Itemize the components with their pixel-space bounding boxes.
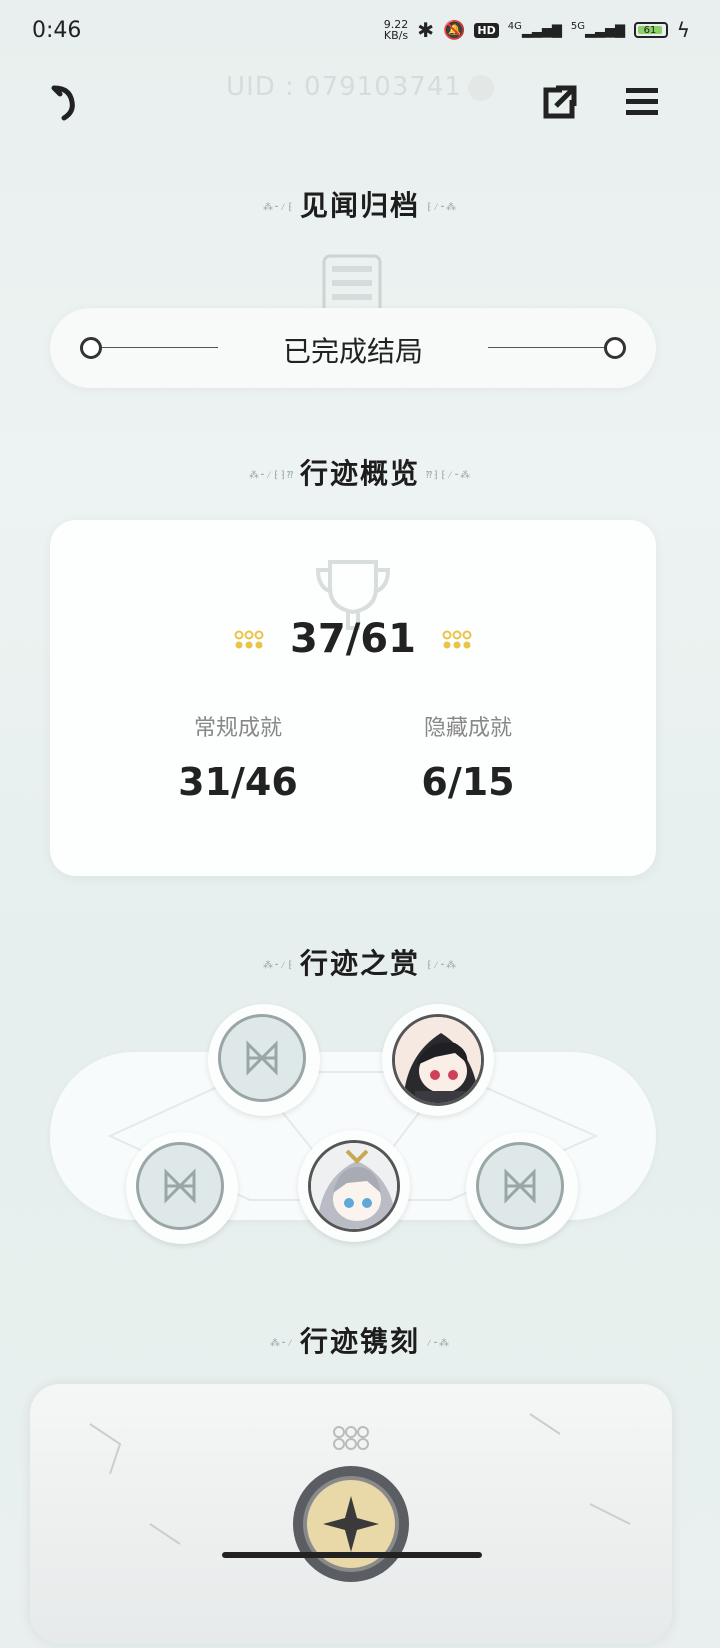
- decor-glyphs: ⁂⁃⁄⁅: [262, 201, 294, 213]
- bowtie-icon: [164, 1168, 196, 1204]
- character-avatar: [308, 1140, 400, 1232]
- hidden-achievements-label: 隐藏成就: [423, 716, 512, 741]
- rewards-section-title: ⁂⁃⁄⁅ 行迹之赏 ⁅⁄⁃⁂: [0, 942, 720, 982]
- slot-frame: [218, 1014, 306, 1102]
- signal-5g: 5G▂▃▅▇: [571, 21, 625, 38]
- status-icons: 9.22 KB/s ✱ 🔕 HD 4G▂▃▅▇ 5G▂▃▅▇ 61: [384, 18, 668, 42]
- share-icon: [543, 85, 577, 119]
- home-indicator[interactable]: [222, 1552, 482, 1558]
- signal-bars-icon: ▂▃▅▇: [521, 23, 562, 39]
- signal-5g-label: 5G: [570, 21, 585, 33]
- copy-icon[interactable]: [467, 74, 494, 101]
- bowtie-icon: [504, 1168, 536, 1204]
- regular-achievements-value: 31/46: [178, 760, 298, 804]
- hamburger-icon: [626, 88, 658, 115]
- battery-icon: 61: [634, 22, 668, 38]
- decor-glyphs: ⁂⁃⁄: [269, 1337, 294, 1349]
- regular-achievements-label: 常规成就: [193, 716, 282, 741]
- reward-slot-locked[interactable]: [466, 1132, 578, 1244]
- signal-4g: 4G▂▃▅▇: [508, 21, 562, 38]
- overview-section-title: ⁂⁃⁄⁅⁆⁇ 行迹概览 ⁇⁆⁅⁄⁃⁂: [0, 452, 720, 492]
- reward-slot-locked[interactable]: [208, 1004, 320, 1116]
- dark-hair-character-icon: [395, 1017, 481, 1103]
- decor-glyphs: ⁂⁃⁄⁅: [262, 959, 294, 971]
- completed-endings-button[interactable]: 已完成结局: [50, 308, 656, 388]
- net-speed-unit: KB/s: [383, 29, 409, 42]
- bluetooth-icon: ✱: [417, 18, 434, 42]
- archive-title-text: 见闻归档: [299, 189, 420, 222]
- archive-section-title: ⁂⁃⁄⁅ 见闻归档 ⁅⁄⁃⁂: [0, 184, 720, 224]
- decor-glyphs: ⁂⁃⁄⁅⁆⁇: [248, 469, 294, 481]
- slot-frame: [136, 1142, 224, 1230]
- net-speed: 9.22 KB/s: [384, 19, 409, 41]
- silver-hair-character-icon: [311, 1143, 397, 1229]
- rewards-title-text: 行迹之赏: [299, 947, 420, 980]
- character-avatar: [392, 1014, 484, 1106]
- overview-title-text: 行迹概览: [299, 457, 420, 490]
- hd-badge: HD: [474, 22, 499, 38]
- share-button[interactable]: [540, 82, 580, 122]
- stone-texture: [89, 1413, 631, 1582]
- bowtie-icon: [246, 1040, 278, 1076]
- charging-icon: ϟ: [676, 18, 690, 42]
- total-achievements: 37/61: [290, 616, 416, 662]
- menu-button[interactable]: [624, 84, 660, 120]
- reward-slot-character[interactable]: [382, 1004, 494, 1116]
- reward-slot-character[interactable]: [298, 1130, 410, 1242]
- mute-bell-icon: 🔕: [442, 19, 466, 41]
- uid-text: UID : 079103741: [226, 72, 462, 102]
- engrave-panel[interactable]: [30, 1384, 672, 1644]
- engrave-section-title: ⁂⁃⁄ 行迹镌刻 ⁄⁃⁂: [0, 1320, 720, 1360]
- engrave-title-text: 行迹镌刻: [299, 1325, 420, 1358]
- signal-4g-label: 4G: [507, 21, 522, 33]
- battery-level: 61: [638, 26, 662, 36]
- uid-display: UID : 079103741: [0, 72, 720, 102]
- gold-dots-icon: [442, 630, 472, 649]
- decor-glyphs: ⁅⁄⁃⁂: [426, 959, 458, 971]
- reward-slot-locked[interactable]: [126, 1132, 238, 1244]
- decor-glyphs: ⁇⁆⁅⁄⁃⁂: [426, 469, 472, 481]
- status-bar: 0:46 9.22 KB/s ✱ 🔕 HD 4G▂▃▅▇ 5G▂▃▅▇ 61 ϟ: [0, 0, 720, 62]
- signal-bars-icon: ▂▃▅▇: [585, 23, 625, 39]
- decor-glyphs: ⁅⁄⁃⁂: [426, 201, 458, 213]
- status-time: 0:46: [32, 18, 82, 43]
- slot-frame: [476, 1142, 564, 1230]
- completed-endings-label: 已完成结局: [282, 335, 423, 368]
- hidden-achievements-value: 6/15: [421, 760, 515, 804]
- decor-glyphs: ⁄⁃⁂: [426, 1337, 451, 1349]
- achievement-overview-card[interactable]: 37/61 常规成就 31/46 隐藏成就 6/15: [50, 520, 656, 876]
